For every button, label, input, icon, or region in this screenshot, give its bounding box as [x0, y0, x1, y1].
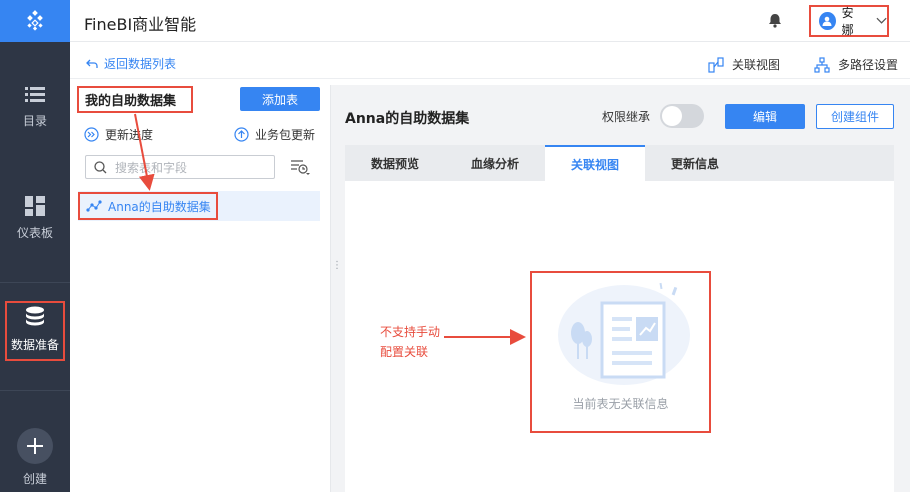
sidebar-item-label: 目录: [22, 114, 47, 128]
tab-relation-view[interactable]: 关联视图: [545, 145, 645, 181]
self-dataset-icon: [86, 200, 102, 212]
back-label: 返回数据列表: [104, 57, 177, 71]
app-logo[interactable]: [0, 0, 70, 42]
tab-bar: 数据预览 血缘分析 关联视图 更新信息: [345, 145, 894, 181]
annotation-note: 不支持手动 配置关联: [380, 322, 440, 362]
tab-data-preview[interactable]: 数据预览: [345, 145, 445, 181]
user-icon: [822, 16, 832, 26]
create-button[interactable]: [17, 428, 53, 464]
edit-button[interactable]: 编辑: [725, 104, 805, 129]
chevron-down-icon: [876, 17, 887, 24]
empty-illustration-icon: [558, 282, 690, 385]
sidebar-item-create[interactable]: 创建: [0, 428, 70, 487]
search-placeholder: 搜索表和字段: [115, 160, 188, 175]
relation-view-button[interactable]: 关联视图: [708, 56, 780, 73]
tree-item-label: Anna的自助数据集: [108, 199, 211, 214]
sort-filter-icon: [291, 160, 310, 175]
panel-title: 我的自助数据集: [77, 86, 193, 113]
update-progress-label: 更新进度: [105, 128, 154, 142]
search-icon: [94, 160, 107, 173]
sidebar-item-label: 创建: [22, 472, 47, 486]
upload-icon: [234, 127, 249, 142]
package-update-label: 业务包更新: [255, 128, 316, 142]
permission-toggle[interactable]: [660, 104, 704, 128]
nav-divider: [0, 282, 70, 283]
left-nav: 目录 仪表板 数据准备 创建: [0, 0, 70, 492]
logo-icon: [27, 10, 43, 31]
tree-item-dataset[interactable]: Anna的自助数据集: [78, 192, 218, 220]
empty-message: 当前表无关联信息: [572, 397, 669, 411]
panel-splitter[interactable]: [330, 85, 331, 492]
tab-lineage-analysis[interactable]: 血缘分析: [445, 145, 545, 181]
annotation-line-2: 配置关联: [380, 345, 429, 359]
empty-state: 当前表无关联信息: [530, 271, 711, 433]
package-update-button[interactable]: 业务包更新: [234, 126, 315, 143]
back-arrow-icon: [86, 59, 98, 68]
sidebar-item-label: 仪表板: [16, 226, 53, 240]
user-menu[interactable]: 安娜: [809, 5, 889, 37]
data-prep-highlight: [5, 301, 65, 361]
search-input[interactable]: 搜索表和字段: [85, 155, 275, 179]
notification-button[interactable]: [768, 13, 782, 31]
dataset-title: Anna的自助数据集: [345, 111, 470, 127]
annotation-line-1: 不支持手动: [380, 325, 441, 339]
user-name: 安娜: [841, 6, 854, 37]
sidebar-item-catalog[interactable]: 目录: [0, 86, 70, 129]
avatar: [819, 12, 836, 30]
multipath-label: 多路径设置: [838, 58, 899, 72]
toggle-knob: [662, 106, 682, 126]
dashboard-icon: [25, 196, 45, 216]
create-component-button[interactable]: 创建组件: [816, 104, 894, 129]
sort-filter-button[interactable]: [290, 159, 310, 178]
tab-update-info[interactable]: 更新信息: [645, 145, 745, 181]
relation-view-label: 关联视图: [732, 58, 781, 72]
add-table-button[interactable]: 添加表: [240, 87, 320, 111]
progress-icon: [84, 127, 99, 142]
app-title: FineBI商业智能: [84, 15, 197, 34]
plus-icon: [27, 438, 43, 454]
update-progress-button[interactable]: 更新进度: [84, 126, 153, 143]
bell-icon: [769, 14, 781, 28]
back-to-data-list-link[interactable]: 返回数据列表: [86, 55, 176, 72]
sidebar-item-dashboard[interactable]: 仪表板: [0, 196, 70, 241]
multipath-settings-button[interactable]: 多路径设置: [814, 56, 898, 73]
relation-view-icon: [708, 56, 724, 73]
multipath-icon: [814, 56, 830, 73]
top-bar: FineBI商业智能 安娜: [70, 0, 910, 42]
nav-divider: [0, 390, 70, 391]
list-icon: [25, 87, 45, 102]
permission-label: 权限继承: [602, 110, 651, 124]
subheader-divider: [70, 78, 910, 79]
